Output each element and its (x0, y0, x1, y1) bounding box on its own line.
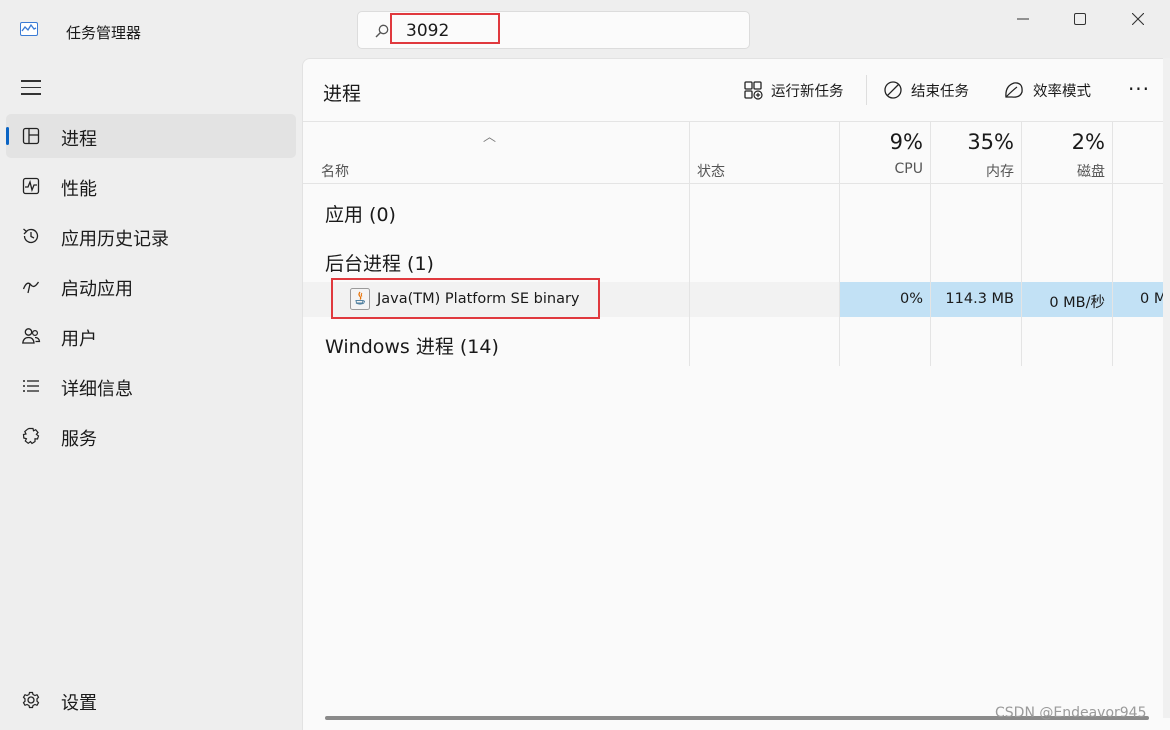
vertical-scroll-edge (1163, 58, 1170, 718)
disk-total-percent: 2% (1071, 130, 1105, 154)
minimize-button[interactable] (995, 0, 1051, 38)
hamburger-menu-icon[interactable] (21, 80, 41, 96)
process-memory: 114.3 MB (945, 291, 1014, 307)
details-icon (23, 380, 39, 392)
column-header-cpu[interactable]: 9% CPU (840, 122, 931, 185)
sidebar-item-label: 性能 (61, 179, 97, 200)
efficiency-mode-label: 效率模式 (1033, 83, 1091, 100)
sidebar-item-label: 进程 (61, 129, 97, 150)
end-task-button[interactable]: 结束任务 (883, 77, 969, 103)
process-name: Java(TM) Platform SE binary (377, 291, 580, 307)
settings-label: 设置 (61, 693, 97, 714)
group-windows-processes[interactable]: Windows 进程 (14) (325, 332, 499, 359)
sidebar-item-label: 应用历史记录 (61, 229, 169, 250)
processes-icon (22, 127, 40, 145)
efficiency-leaf-icon (1005, 82, 1023, 98)
sidebar-item-label: 启动应用 (61, 279, 133, 300)
settings-gear-icon (22, 691, 40, 709)
history-icon (23, 228, 39, 244)
memory-label: 内存 (986, 164, 1014, 180)
sidebar-item-startup-apps[interactable]: 启动应用 (6, 264, 296, 308)
run-new-task-button[interactable]: 运行新任务 (743, 77, 844, 103)
table-header: ︿ 名称 状态 9% CPU 35% 内存 2% 磁盘 0 网 (303, 121, 1170, 184)
services-icon (22, 427, 40, 445)
sort-ascending-icon[interactable]: ︿ (483, 126, 496, 145)
efficiency-mode-button[interactable]: 效率模式 (1003, 77, 1091, 103)
end-task-icon (884, 81, 902, 99)
task-manager-app-icon (20, 22, 38, 36)
sidebar-item-details[interactable]: 详细信息 (6, 364, 296, 408)
cpu-total-percent: 9% (889, 130, 923, 154)
users-icon (22, 328, 41, 344)
column-divider (1112, 121, 1113, 366)
sidebar-item-users[interactable]: 用户 (6, 314, 296, 358)
disk-label: 磁盘 (1077, 164, 1105, 180)
column-divider (689, 121, 690, 366)
column-header-network[interactable]: 0 网 (1113, 122, 1170, 185)
more-options-button[interactable]: ··· (1125, 75, 1153, 103)
search-input[interactable] (406, 20, 706, 42)
sidebar-item-label: 详细信息 (61, 379, 133, 400)
sidebar-item-services[interactable]: 服务 (6, 414, 296, 458)
column-divider (930, 121, 931, 366)
column-divider (1021, 121, 1022, 366)
minimize-icon (1017, 18, 1029, 20)
search-icon (375, 24, 389, 38)
process-cpu: 0% (899, 291, 923, 307)
maximize-button[interactable] (1052, 0, 1108, 38)
active-indicator (6, 127, 9, 145)
table-row[interactable]: Java(TM) Platform SE binary 0% 114.3 MB … (303, 282, 1170, 317)
memory-total-percent: 35% (967, 130, 1014, 154)
group-background-processes[interactable]: 后台进程 (1) (325, 249, 434, 276)
sidebar-item-app-history[interactable]: 应用历史记录 (6, 214, 296, 258)
startup-icon (22, 281, 40, 294)
process-disk: 0 MB/秒 (1049, 295, 1105, 311)
run-new-task-label: 运行新任务 (771, 83, 844, 100)
processes-panel: 进程 运行新任务 结束任务 效率模式 ··· ︿ 名称 状态 9% CPU 35… (302, 58, 1170, 730)
java-icon (350, 288, 370, 310)
sidebar-item-settings[interactable]: 设置 (6, 678, 296, 722)
toolbar-divider (866, 75, 867, 105)
sidebar-item-label: 用户 (61, 329, 97, 350)
close-button[interactable] (1110, 0, 1166, 38)
sidebar: 进程 性能 应用历史记录 启动应用 用户 详细信息 服务 设置 (0, 58, 302, 730)
search-box[interactable] (357, 11, 750, 49)
column-header-name[interactable]: 名称 (321, 161, 349, 181)
column-header-status[interactable]: 状态 (697, 161, 725, 181)
column-divider (839, 121, 840, 366)
sidebar-item-label: 服务 (61, 429, 97, 450)
run-new-task-icon (744, 81, 763, 100)
performance-icon (22, 177, 40, 195)
app-title: 任务管理器 (66, 24, 142, 42)
maximize-icon (1074, 13, 1086, 25)
end-task-label: 结束任务 (911, 83, 969, 100)
watermark: CSDN @Endeavor945 (995, 705, 1147, 721)
close-icon (1132, 13, 1144, 25)
column-header-disk[interactable]: 2% 磁盘 (1022, 122, 1113, 185)
sidebar-item-performance[interactable]: 性能 (6, 164, 296, 208)
cpu-label: CPU (894, 161, 923, 177)
group-apps[interactable]: 应用 (0) (325, 200, 396, 227)
sidebar-item-processes[interactable]: 进程 (6, 114, 296, 158)
page-title: 进程 (323, 83, 362, 105)
column-header-memory[interactable]: 35% 内存 (931, 122, 1022, 185)
